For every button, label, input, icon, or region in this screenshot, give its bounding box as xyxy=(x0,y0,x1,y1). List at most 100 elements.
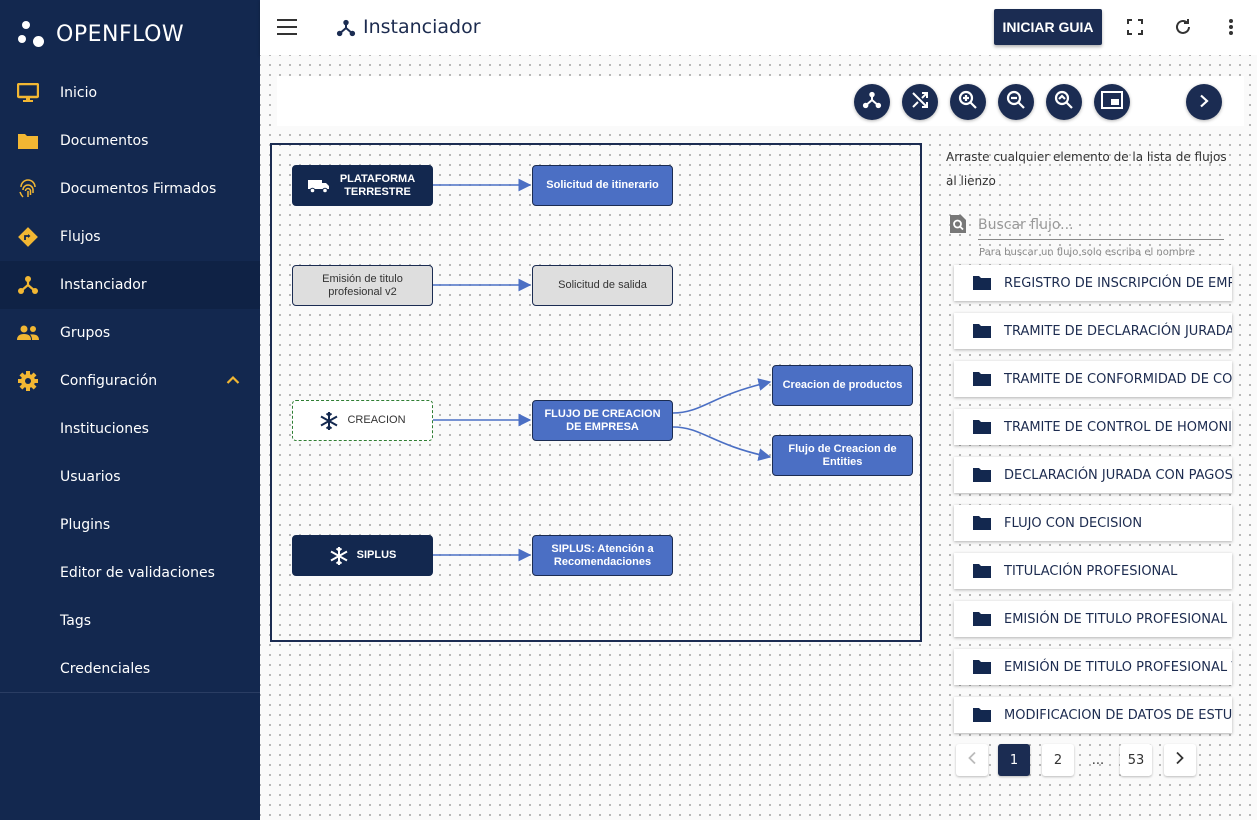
chevron-right-icon xyxy=(1198,93,1210,112)
node-label: Solicitud de itinerario xyxy=(546,179,659,191)
node-label: CREACION xyxy=(347,414,406,426)
node-label: SIPLUS: Atención a Recomendaciones xyxy=(551,542,654,568)
sidebar-subitem-tags[interactable]: Tags xyxy=(0,597,260,645)
minimap-button[interactable] xyxy=(1094,84,1130,120)
sidebar-item-flujos[interactable]: Flujos xyxy=(0,213,260,261)
fullscreen-icon[interactable] xyxy=(1125,17,1145,37)
page-button-current[interactable]: 1 xyxy=(998,744,1030,776)
sidebar-subitem-plugins[interactable]: Plugins xyxy=(0,501,260,549)
sidebar-item-label: Usuarios xyxy=(60,469,121,485)
snowflake-icon xyxy=(319,411,339,431)
brand[interactable]: OPENFLOW xyxy=(0,0,260,69)
more-vert-icon[interactable] xyxy=(1221,17,1241,37)
sidebar-nav: Inicio Documentos Documentos Firmados Fl… xyxy=(0,69,260,693)
sidebar-subitem-instituciones[interactable]: Instituciones xyxy=(0,405,260,453)
tree-layout-button[interactable] xyxy=(854,84,890,120)
chevron-right-icon xyxy=(1175,751,1185,769)
sidebar-item-instanciador[interactable]: Instanciador xyxy=(0,261,260,309)
sidebar-subitem-usuarios[interactable]: Usuarios xyxy=(0,453,260,501)
next-page-button[interactable] xyxy=(1164,744,1196,776)
sidebar-item-inicio[interactable]: Inicio xyxy=(0,69,260,117)
zoom-reset-icon xyxy=(1054,90,1074,114)
zoom-out-icon xyxy=(1006,90,1026,114)
folder-icon xyxy=(972,611,992,627)
shuffle-button[interactable] xyxy=(902,84,938,120)
flow-search-input[interactable] xyxy=(978,210,1224,240)
page-button-last[interactable]: 53 xyxy=(1120,744,1152,776)
node-plataforma-terrestre[interactable]: PLATAFORMA TERRESTRE xyxy=(292,165,433,206)
diagram-canvas[interactable]: PLATAFORMA TERRESTRE Solicitud de itiner… xyxy=(270,143,922,642)
node-label: Emisión de titulo profesional v2 xyxy=(322,272,403,298)
sidebar-item-label: Tags xyxy=(60,613,91,629)
folder-icon xyxy=(972,707,992,723)
sidebar-item-configuracion[interactable]: Configuración xyxy=(0,357,260,405)
node-emision-titulo-v2[interactable]: Emisión de titulo profesional v2 xyxy=(292,265,433,306)
search-help-text: Para buscar un flujo solo escriba el nom… xyxy=(979,247,1196,258)
sidebar: OPENFLOW Inicio Documentos Documentos Fi… xyxy=(0,0,260,820)
monitor-icon xyxy=(16,81,40,105)
flow-list-item[interactable]: TITULACIÓN PROFESIONAL xyxy=(954,553,1232,589)
flow-list-item[interactable]: REGISTRO DE INSCRIPCIÓN DE EMPRE xyxy=(954,265,1232,301)
flow-list-item[interactable]: TRAMITE DE DECLARACIÓN JURADA (E xyxy=(954,313,1232,349)
flow-list-item[interactable]: TRAMITE DE CONTROL DE HOMONIMIA xyxy=(954,409,1232,445)
node-solicitud-salida[interactable]: Solicitud de salida xyxy=(532,265,673,306)
fingerprint-icon xyxy=(16,177,40,201)
flow-list-item[interactable]: DECLARACIÓN JURADA CON PAGOS E II xyxy=(954,457,1232,493)
sidebar-item-label: Credenciales xyxy=(60,660,151,677)
node-flujo-creacion-empresa[interactable]: FLUJO DE CREACION DE EMPRESA xyxy=(532,400,673,441)
directions-icon xyxy=(16,225,40,249)
node-label: Solicitud de salida xyxy=(558,279,647,291)
instanciador-workspace: PLATAFORMA TERRESTRE Solicitud de itiner… xyxy=(260,55,1257,820)
toggle-panel-button[interactable] xyxy=(1186,84,1222,120)
node-creacion[interactable]: CREACION xyxy=(292,400,433,441)
node-label: Creacion de productos xyxy=(782,379,903,391)
prev-page-button[interactable] xyxy=(956,744,988,776)
menu-icon[interactable] xyxy=(277,19,297,35)
sidebar-subitem-editor-validaciones[interactable]: Editor de validaciones xyxy=(0,549,260,597)
sidebar-item-documentos[interactable]: Documentos xyxy=(0,117,260,165)
sidebar-subitem-credenciales[interactable]: Credenciales xyxy=(0,645,260,693)
tree-icon xyxy=(862,90,882,114)
sidebar-item-label: Configuración xyxy=(60,373,158,389)
node-siplus-atencion[interactable]: SIPLUS: Atención a Recomendaciones xyxy=(532,535,673,576)
hub-icon xyxy=(16,273,40,297)
flow-list-item[interactable]: EMISIÓN DE TITULO PROFESIONAL xyxy=(954,601,1232,637)
sidebar-item-documentos-firmados[interactable]: Documentos Firmados xyxy=(0,165,260,213)
folder-icon xyxy=(972,659,992,675)
sidebar-item-label: Editor de validaciones xyxy=(60,565,215,581)
refresh-icon[interactable] xyxy=(1173,17,1193,37)
folder-icon xyxy=(972,563,992,579)
flow-list-item[interactable]: TRAMITE DE CONFORMIDAD DE CONS xyxy=(954,361,1232,397)
zoom-out-button[interactable] xyxy=(998,84,1034,120)
sidebar-item-label: Documentos Firmados xyxy=(60,181,217,197)
folder-icon xyxy=(972,419,992,435)
node-flujo-creacion-entities[interactable]: Flujo de Creacion de Entities xyxy=(772,435,913,476)
flow-list-item[interactable]: EMISIÓN DE TITULO PROFESIONAL V2 xyxy=(954,649,1232,685)
folder-icon xyxy=(16,129,40,153)
zoom-reset-button[interactable] xyxy=(1046,84,1082,120)
node-label: SIPLUS xyxy=(356,549,397,561)
folder-icon xyxy=(972,515,992,531)
node-label: PLATAFORMA TERRESTRE xyxy=(339,172,416,198)
edge-n6-n7 xyxy=(672,378,772,414)
shuffle-icon xyxy=(910,90,930,114)
folder-icon xyxy=(972,275,992,291)
flow-list-item[interactable]: MODIFICACION DE DATOS DE ESTUDIA xyxy=(954,697,1232,733)
page-button-2[interactable]: 2 xyxy=(1042,744,1074,776)
node-creacion-productos[interactable]: Creacion de productos xyxy=(772,365,913,406)
zoom-in-icon xyxy=(958,90,978,114)
sidebar-item-label: Plugins xyxy=(60,517,111,533)
start-guide-button[interactable]: INICIAR GUIA xyxy=(994,9,1102,45)
flow-list-item[interactable]: FLUJO CON DECISION xyxy=(954,505,1232,541)
node-solicitud-itinerario[interactable]: Solicitud de itinerario xyxy=(532,165,673,206)
folder-icon xyxy=(972,323,992,339)
zoom-in-button[interactable] xyxy=(950,84,986,120)
sidebar-item-label: Instanciador xyxy=(60,277,147,293)
openflow-logo-icon xyxy=(18,20,46,49)
drag-hint: Arraste cualquier elemento de la lista d… xyxy=(946,150,1227,188)
chevron-left-icon xyxy=(967,751,977,769)
node-siplus[interactable]: SIPLUS xyxy=(292,535,433,576)
sidebar-item-grupos[interactable]: Grupos xyxy=(0,309,260,357)
truck-icon xyxy=(307,179,330,193)
canvas-toolbar xyxy=(277,76,1244,126)
